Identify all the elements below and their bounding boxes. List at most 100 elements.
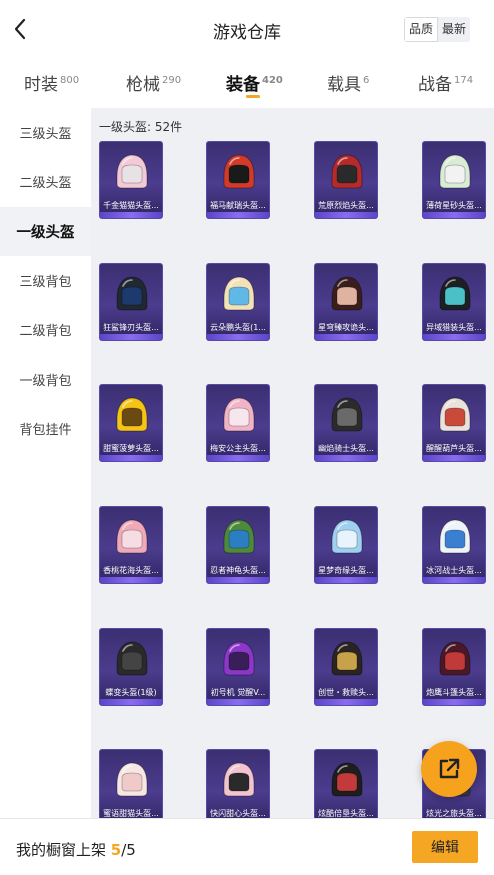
showcase-current: 5 [110,841,122,859]
helmet-icon [331,397,363,432]
item-card[interactable]: 幽焰骑士头盔... [314,384,378,462]
item-card[interactable]: 快闪甜心头盔... [206,749,270,818]
item-name: 创世・救赎头... [318,688,374,697]
helmet-icon [116,154,148,189]
item-name: 异域猎装头盔... [426,323,482,332]
helmet-icon [223,762,255,797]
sidebar-item-level2-backpack[interactable]: 二级背包 [0,305,91,354]
helmet-icon [116,519,148,554]
item-card[interactable]: 忍者神龟头盔... [206,506,270,584]
item-name: 忍者神龟头盔... [210,566,266,575]
tab-count: 800 [60,75,80,86]
item-card[interactable]: 梅安公主头盔... [206,384,270,462]
tab-count: 420 [262,75,283,86]
helmet-icon [223,397,255,432]
item-card[interactable]: 甜蜜菠萝头盔... [99,384,163,462]
sort-toggle: 品质 最新 [404,17,471,42]
helmet-icon [223,276,255,311]
helmet-icon [331,641,363,676]
tab-count: 6 [363,75,370,86]
showcase-status: 我的橱窗上架 5/5 [16,839,136,860]
header: 游戏仓库 品质 最新 [0,0,494,58]
helmet-icon [116,397,148,432]
item-name: 荒原烈焰头盔... [318,201,374,210]
sidebar-item-level3-helmet[interactable]: 三级头盔 [0,108,91,157]
item-name: 冰河战士头盔... [426,566,482,575]
item-card[interactable]: 千金猫猫头盔... [99,141,163,219]
item-card[interactable]: 醒醒葫芦头盔... [422,384,486,462]
item-name: 炮鹰斗篷头盔... [426,688,482,697]
item-card[interactable]: 创世・救赎头... [314,628,378,706]
item-card[interactable]: 狂鲨锋刃头盔... [99,263,163,341]
edit-button[interactable]: 编辑 [412,831,478,863]
item-name: 炫酷倍垦头盔... [318,809,374,818]
tab-label: 战备 [418,75,452,95]
item-card[interactable]: 荒原烈焰头盔... [314,141,378,219]
item-card[interactable]: 异域猎装头盔... [422,263,486,341]
helmet-icon [116,276,148,311]
item-card[interactable]: 福马献瑞头盔... [206,141,270,219]
tab-label: 装备 [226,75,260,95]
item-name: 初号机 觉醒V... [210,688,266,697]
helmet-icon [439,276,471,311]
item-name: 炫光之旅头盔... [426,809,482,818]
tab-fashion[interactable]: 时装 800 [24,70,79,95]
item-name: 福马献瑞头盔... [210,201,266,210]
helmet-icon [116,762,148,797]
sidebar-item-level1-backpack[interactable]: 一级背包 [0,355,91,404]
helmet-icon [439,641,471,676]
helmet-icon [439,154,471,189]
item-name: 云朵鹏头盔(1... [210,323,266,332]
item-card[interactable]: 云朵鹏头盔(1... [206,263,270,341]
showcase-bar: 我的橱窗上架 5/5 编辑 [0,818,494,875]
tab-label: 枪械 [126,75,160,95]
tab-firearms[interactable]: 枪械 290 [126,70,181,95]
showcase-total: 5 [126,841,136,859]
active-tab-indicator [246,95,260,98]
item-card[interactable]: 星穹臻攻诡头... [314,263,378,341]
sidebar-item-level3-backpack[interactable]: 三级背包 [0,256,91,305]
item-card[interactable]: 蝶变头盔(1级) [99,628,163,706]
item-card[interactable]: 香桃花海头盔... [99,506,163,584]
item-name: 梅安公主头盔... [210,444,266,453]
sidebar: 三级头盔 二级头盔 一级头盔 三级背包 二级背包 一级背包 背包挂件 [0,108,91,818]
item-card[interactable]: 薄荷星砂头盔... [422,141,486,219]
sidebar-item-level2-helmet[interactable]: 二级头盔 [0,157,91,206]
tab-count: 174 [454,75,474,86]
item-name: 蝶变头盔(1级) [105,688,157,697]
helmet-icon [116,641,148,676]
item-name: 薄荷星砂头盔... [426,201,482,210]
item-card[interactable]: 星梦奇缘头盔... [314,506,378,584]
sort-option-quality[interactable]: 品质 [404,17,439,42]
tab-equipment[interactable]: 装备 420 [226,70,283,95]
helmet-icon [331,762,363,797]
tab-label: 载具 [327,75,361,95]
showcase-label: 我的橱窗上架 [16,841,107,859]
item-name: 快闪甜心头盔... [210,809,266,818]
item-name: 醒醒葫芦头盔... [426,444,482,453]
tab-vehicles[interactable]: 载具 6 [327,70,369,95]
helmet-icon [331,276,363,311]
item-card[interactable]: 蜜语甜猫头盔... [99,749,163,818]
sort-option-newest[interactable]: 最新 [438,17,470,42]
item-name: 千金猫猫头盔... [103,201,159,210]
helmet-icon [223,154,255,189]
item-card[interactable]: 炮鹰斗篷头盔... [422,628,486,706]
helmet-icon [223,519,255,554]
item-name: 蜜语甜猫头盔... [103,809,159,818]
helmet-icon [223,641,255,676]
helmet-icon [331,519,363,554]
tab-count: 290 [162,75,182,86]
item-name: 星穹臻攻诡头... [318,323,374,332]
share-button[interactable] [421,741,477,797]
item-card[interactable]: 初号机 觉醒V... [206,628,270,706]
item-card[interactable]: 冰河战士头盔... [422,506,486,584]
tab-combat-supplies[interactable]: 战备 174 [418,70,473,95]
sidebar-item-level1-helmet[interactable]: 一级头盔 [0,207,91,256]
item-name: 星梦奇缘头盔... [318,566,374,575]
category-tabs: 时装 800 枪械 290 装备 420 载具 6 战备 174 [0,58,494,108]
item-name: 香桃花海头盔... [103,566,159,575]
sidebar-item-backpack-charm[interactable]: 背包挂件 [0,404,91,453]
external-link-icon [439,758,460,779]
item-card[interactable]: 炫酷倍垦头盔... [314,749,378,818]
